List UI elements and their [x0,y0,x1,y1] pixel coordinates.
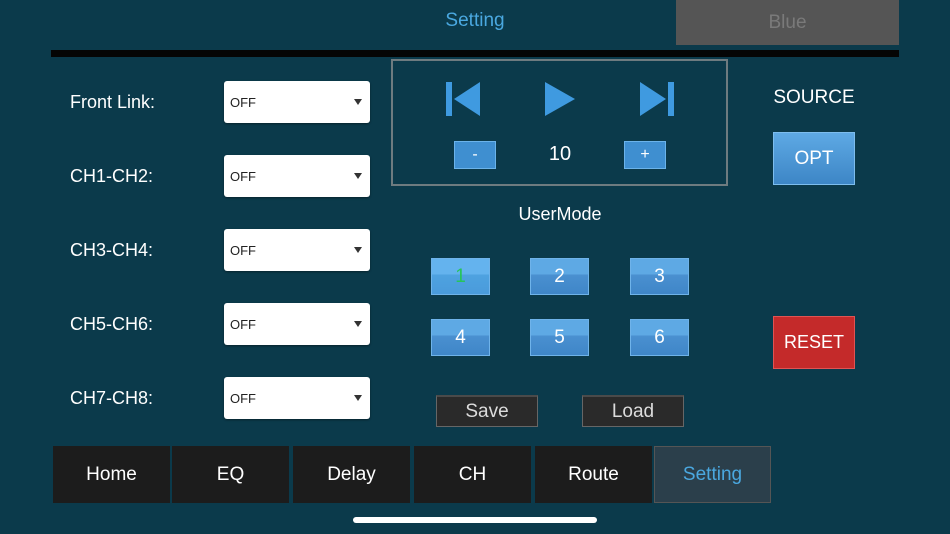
ch7-ch8-label: CH7-CH8: [70,388,154,408]
device-name-button[interactable]: Blue [676,0,899,45]
volume-minus-button[interactable]: - [454,141,496,169]
source-label: SOURCE [773,87,855,108]
load-button[interactable]: Load [582,395,684,427]
ch5-ch6-value: OFF [230,316,256,332]
ch5-ch6-label: CH5-CH6: [70,314,154,334]
skip-previous-icon[interactable] [444,80,482,118]
usermode-button-3[interactable]: 3 [630,258,689,295]
front-link-select[interactable]: OFF [224,81,370,123]
ch3-ch4-select[interactable]: OFF [224,229,370,271]
ch1-ch2-select[interactable]: OFF [224,155,370,197]
reset-button[interactable]: RESET [773,316,855,369]
chevron-down-icon [354,395,362,401]
chevron-down-icon [354,247,362,253]
volume-value: 10 [548,143,572,165]
save-button[interactable]: Save [436,395,538,427]
usermode-button-2[interactable]: 2 [530,258,589,295]
usermode-button-5[interactable]: 5 [530,319,589,356]
usermode-label: UserMode [518,204,602,224]
source-button[interactable]: OPT [773,132,855,185]
chevron-down-icon [354,173,362,179]
tab-home[interactable]: Home [53,446,170,503]
ch1-ch2-value: OFF [230,168,256,184]
play-icon[interactable] [543,80,577,118]
chevron-down-icon [354,99,362,105]
usermode-button-6[interactable]: 6 [630,319,689,356]
ch3-ch4-value: OFF [230,242,256,258]
player-panel [391,59,728,186]
usermode-button-1[interactable]: 1 [431,258,490,295]
skip-next-icon[interactable] [638,80,676,118]
ch5-ch6-select[interactable]: OFF [224,303,370,345]
front-link-label: Front Link: [70,92,156,112]
ch1-ch2-label: CH1-CH2: [70,166,154,186]
tab-setting[interactable]: Setting [654,446,771,503]
tab-eq[interactable]: EQ [172,446,289,503]
front-link-value: OFF [230,94,256,110]
volume-plus-button[interactable]: + [624,141,666,169]
home-indicator[interactable] [353,517,597,523]
tab-delay[interactable]: Delay [293,446,410,503]
usermode-button-4[interactable]: 4 [431,319,490,356]
ch7-ch8-value: OFF [230,390,256,406]
ch7-ch8-select[interactable]: OFF [224,377,370,419]
tab-ch[interactable]: CH [414,446,531,503]
header-divider [51,50,899,57]
tab-route[interactable]: Route [535,446,652,503]
chevron-down-icon [354,321,362,327]
ch3-ch4-label: CH3-CH4: [70,240,154,260]
